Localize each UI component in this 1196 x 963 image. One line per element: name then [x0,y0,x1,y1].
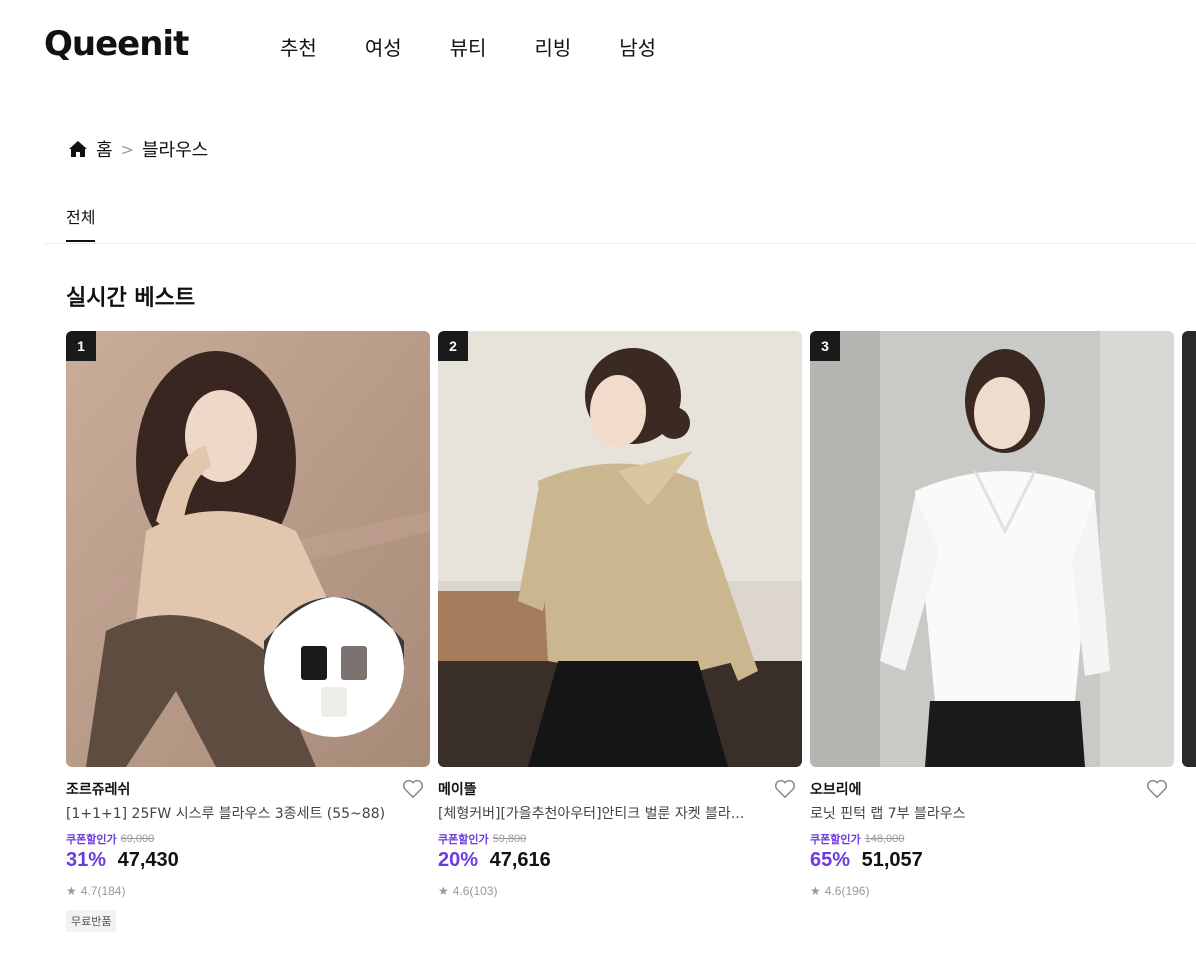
rank-badge: 1 [66,331,96,361]
logo[interactable]: Queenit [44,24,189,64]
price-row: 31% 47,430 [66,849,430,872]
rating-value: 4.7 [80,884,98,898]
product-carousel: 1 SET 조르쥬레쉬 [1+1+1] 25FW 시스루 블라우스 3종세트 (… [66,331,1196,963]
free-return-badge: 무료반품 [66,910,117,932]
original-price: 148,000 [864,833,905,845]
nav-item-recommend[interactable]: 추천 [280,32,317,61]
header: Queenit 추천 여성 뷰티 리빙 남성 [0,0,1196,92]
tab-all[interactable]: 전체 [66,204,96,242]
sale-price: 51,057 [861,849,923,871]
discount-rate: 31% [66,849,107,871]
discount-rate: 20% [438,849,479,871]
nav-item-living[interactable]: 리빙 [534,32,571,61]
section-title: 실시간 베스트 [66,286,196,311]
rating-row: ★ 4.6 (196) [810,884,1174,898]
product-image[interactable] [1182,331,1196,767]
nav-item-beauty[interactable]: 뷰티 [450,32,487,61]
rating-value: 4.6 [824,884,842,898]
product-photo-3 [810,331,1174,767]
coupon-label: 쿠폰할인가 [438,833,489,846]
heart-icon[interactable] [402,779,424,799]
product-image[interactable]: 1 SET [66,331,430,767]
coupon-label: 쿠폰할인가 [66,833,117,846]
product-photo-1 [66,331,430,767]
product-name[interactable]: [체형커버][가을추천아우터]안티크 벌룬 자켓 블라... [438,803,790,823]
product-name[interactable]: 로닛 핀턱 랩 7부 블라우스 [810,803,1162,823]
price-row: 65% 51,057 [810,849,1174,872]
sale-price: 47,616 [489,849,551,871]
coupon-row: 쿠폰할인가 59,800 [438,831,802,847]
coupon-label: 쿠폰할인가 [810,833,861,846]
product-card[interactable]: 2 메이뜰 [체형커버][가을추천아우터]안티크 벌룬 자켓 블라... 쿠폰할… [438,331,802,898]
rank-badge: 3 [810,331,840,361]
coupon-row: 쿠폰할인가 148,000 [810,831,1174,847]
heart-icon[interactable] [1146,779,1168,799]
star-icon: ★ [438,884,449,898]
product-info: 메이뜰 [체형커버][가을추천아우터]안티크 벌룬 자켓 블라... 쿠폰할인가… [438,767,802,898]
category-tabs: 전체 [44,196,1196,244]
rank-badge: 2 [438,331,468,361]
original-price: 69,000 [120,833,155,845]
rating-value: 4.6 [452,884,470,898]
home-icon[interactable] [68,140,88,158]
breadcrumb-home[interactable]: 홈 [96,136,113,162]
brand-name: 조르쥬레쉬 [66,782,131,798]
review-count: (103) [469,884,498,898]
discount-rate: 65% [810,849,851,871]
breadcrumb: 홈 > 블라우스 [68,136,208,162]
original-price: 59,800 [492,833,527,845]
nav-item-women[interactable]: 여성 [365,32,402,61]
sale-price: 47,430 [117,849,179,871]
nav-item-men[interactable]: 남성 [619,32,656,61]
product-card[interactable]: 3 오브리에 로닛 핀턱 랩 7부 블라우스 쿠폰할인가 148,000 65%… [810,331,1174,898]
product-image[interactable]: 2 [438,331,802,767]
rating-row: ★ 4.6 (103) [438,884,802,898]
product-card-partial[interactable] [1182,331,1196,767]
product-info: 조르쥬레쉬 [1+1+1] 25FW 시스루 블라우스 3종세트 (55~88)… [66,767,430,932]
product-image[interactable]: 3 [810,331,1174,767]
star-icon: ★ [66,884,77,898]
product-photo-2 [438,331,802,767]
main-nav: 추천 여성 뷰티 리빙 남성 [280,32,704,61]
coupon-row: 쿠폰할인가 69,000 [66,831,430,847]
review-count: (196) [841,884,870,898]
breadcrumb-separator: > [120,139,134,159]
product-info: 오브리에 로닛 핀턱 랩 7부 블라우스 쿠폰할인가 148,000 65% 5… [810,767,1174,898]
product-card[interactable]: 1 SET 조르쥬레쉬 [1+1+1] 25FW 시스루 블라우스 3종세트 (… [66,331,430,932]
breadcrumb-current: 블라우스 [141,140,209,161]
star-icon: ★ [810,884,821,898]
brand-name: 오브리에 [810,782,862,798]
heart-icon[interactable] [774,779,796,799]
product-name[interactable]: [1+1+1] 25FW 시스루 블라우스 3종세트 (55~88) [66,803,418,823]
price-row: 20% 47,616 [438,849,802,872]
brand-name: 메이뜰 [438,782,477,798]
rating-row: ★ 4.7 (184) [66,884,430,898]
review-count: (184) [97,884,126,898]
set-label: SET [314,609,354,631]
